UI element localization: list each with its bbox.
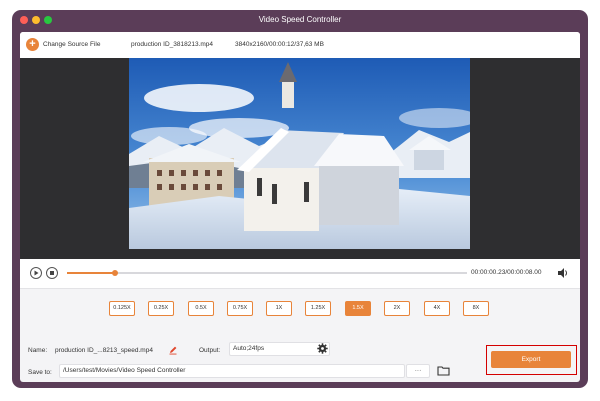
output-file-name: production ID_...8213_speed.mp4 — [55, 347, 153, 354]
save-path-value: /Users/test/Movies/Video Speed Controlle… — [63, 367, 186, 374]
window-title: Video Speed Controller — [258, 15, 342, 24]
volume-icon[interactable] — [557, 267, 569, 279]
speed-option-button[interactable]: 8X — [463, 301, 489, 316]
speed-option-button[interactable]: 0.125X — [109, 301, 135, 316]
pencil-icon[interactable] — [168, 345, 178, 355]
speed-option-button[interactable]: 0.5X — [188, 301, 214, 316]
more-dots-icon: ··· — [414, 367, 422, 374]
video-frame[interactable] — [129, 58, 470, 249]
gear-icon[interactable] — [317, 343, 328, 354]
source-file-name: production ID_3818213.mp4 — [131, 41, 214, 48]
output-label: Output: — [199, 347, 221, 354]
output-format-value: Auto;24fps — [233, 345, 265, 352]
timeline-track[interactable] — [67, 270, 467, 276]
time-readout: 00:00:00.23/00:00:08.00 — [471, 269, 542, 276]
name-label: Name: — [28, 347, 48, 354]
speed-option-button[interactable]: 0.75X — [227, 301, 253, 316]
speed-option-button[interactable]: 4X — [424, 301, 450, 316]
timeline-scrubber[interactable] — [112, 270, 118, 276]
speed-options: 0.125X 0.25X 0.5X 0.75X 1X 1.25X 1.5X 2X 4X 8X — [20, 289, 580, 337]
change-source-button[interactable]: Change Source File — [43, 41, 100, 48]
app-window: Video Speed Controller + Change Source F… — [12, 10, 588, 388]
stop-button[interactable] — [46, 267, 58, 279]
output-format-field[interactable]: Auto;24fps — [229, 342, 330, 356]
speed-option-button[interactable]: 0.25X — [148, 301, 174, 316]
output-settings: Name: production ID_...8213_speed.mp4 Ou… — [20, 337, 580, 382]
folder-icon[interactable] — [437, 365, 450, 376]
play-icon — [34, 270, 39, 276]
plus-icon[interactable]: + — [26, 38, 39, 51]
speed-option-button[interactable]: 1.5X — [345, 301, 371, 316]
save-to-label: Save to: — [28, 369, 52, 376]
export-button[interactable]: Export — [491, 351, 571, 368]
playback-controls: 00:00:00.23/00:00:08.00 — [20, 259, 580, 289]
speed-option-button[interactable]: 1X — [266, 301, 292, 316]
play-button[interactable] — [30, 267, 42, 279]
stop-icon — [50, 271, 54, 275]
source-bar: + Change Source File production ID_38182… — [20, 32, 580, 58]
export-highlight: Export — [486, 345, 577, 375]
timeline-progress — [67, 272, 115, 274]
browse-button[interactable]: ··· — [406, 364, 430, 378]
speed-option-button[interactable]: 1.25X — [305, 301, 331, 316]
main-panel: + Change Source File production ID_38182… — [20, 32, 580, 382]
save-path-field[interactable]: /Users/test/Movies/Video Speed Controlle… — [59, 364, 405, 378]
source-file-info: 3840x2160/00:00:12/37,63 MB — [235, 41, 324, 48]
speed-option-button[interactable]: 2X — [384, 301, 410, 316]
title-bar: Video Speed Controller — [12, 10, 588, 32]
video-preview-area — [20, 58, 580, 259]
video-scene-image — [129, 58, 470, 249]
